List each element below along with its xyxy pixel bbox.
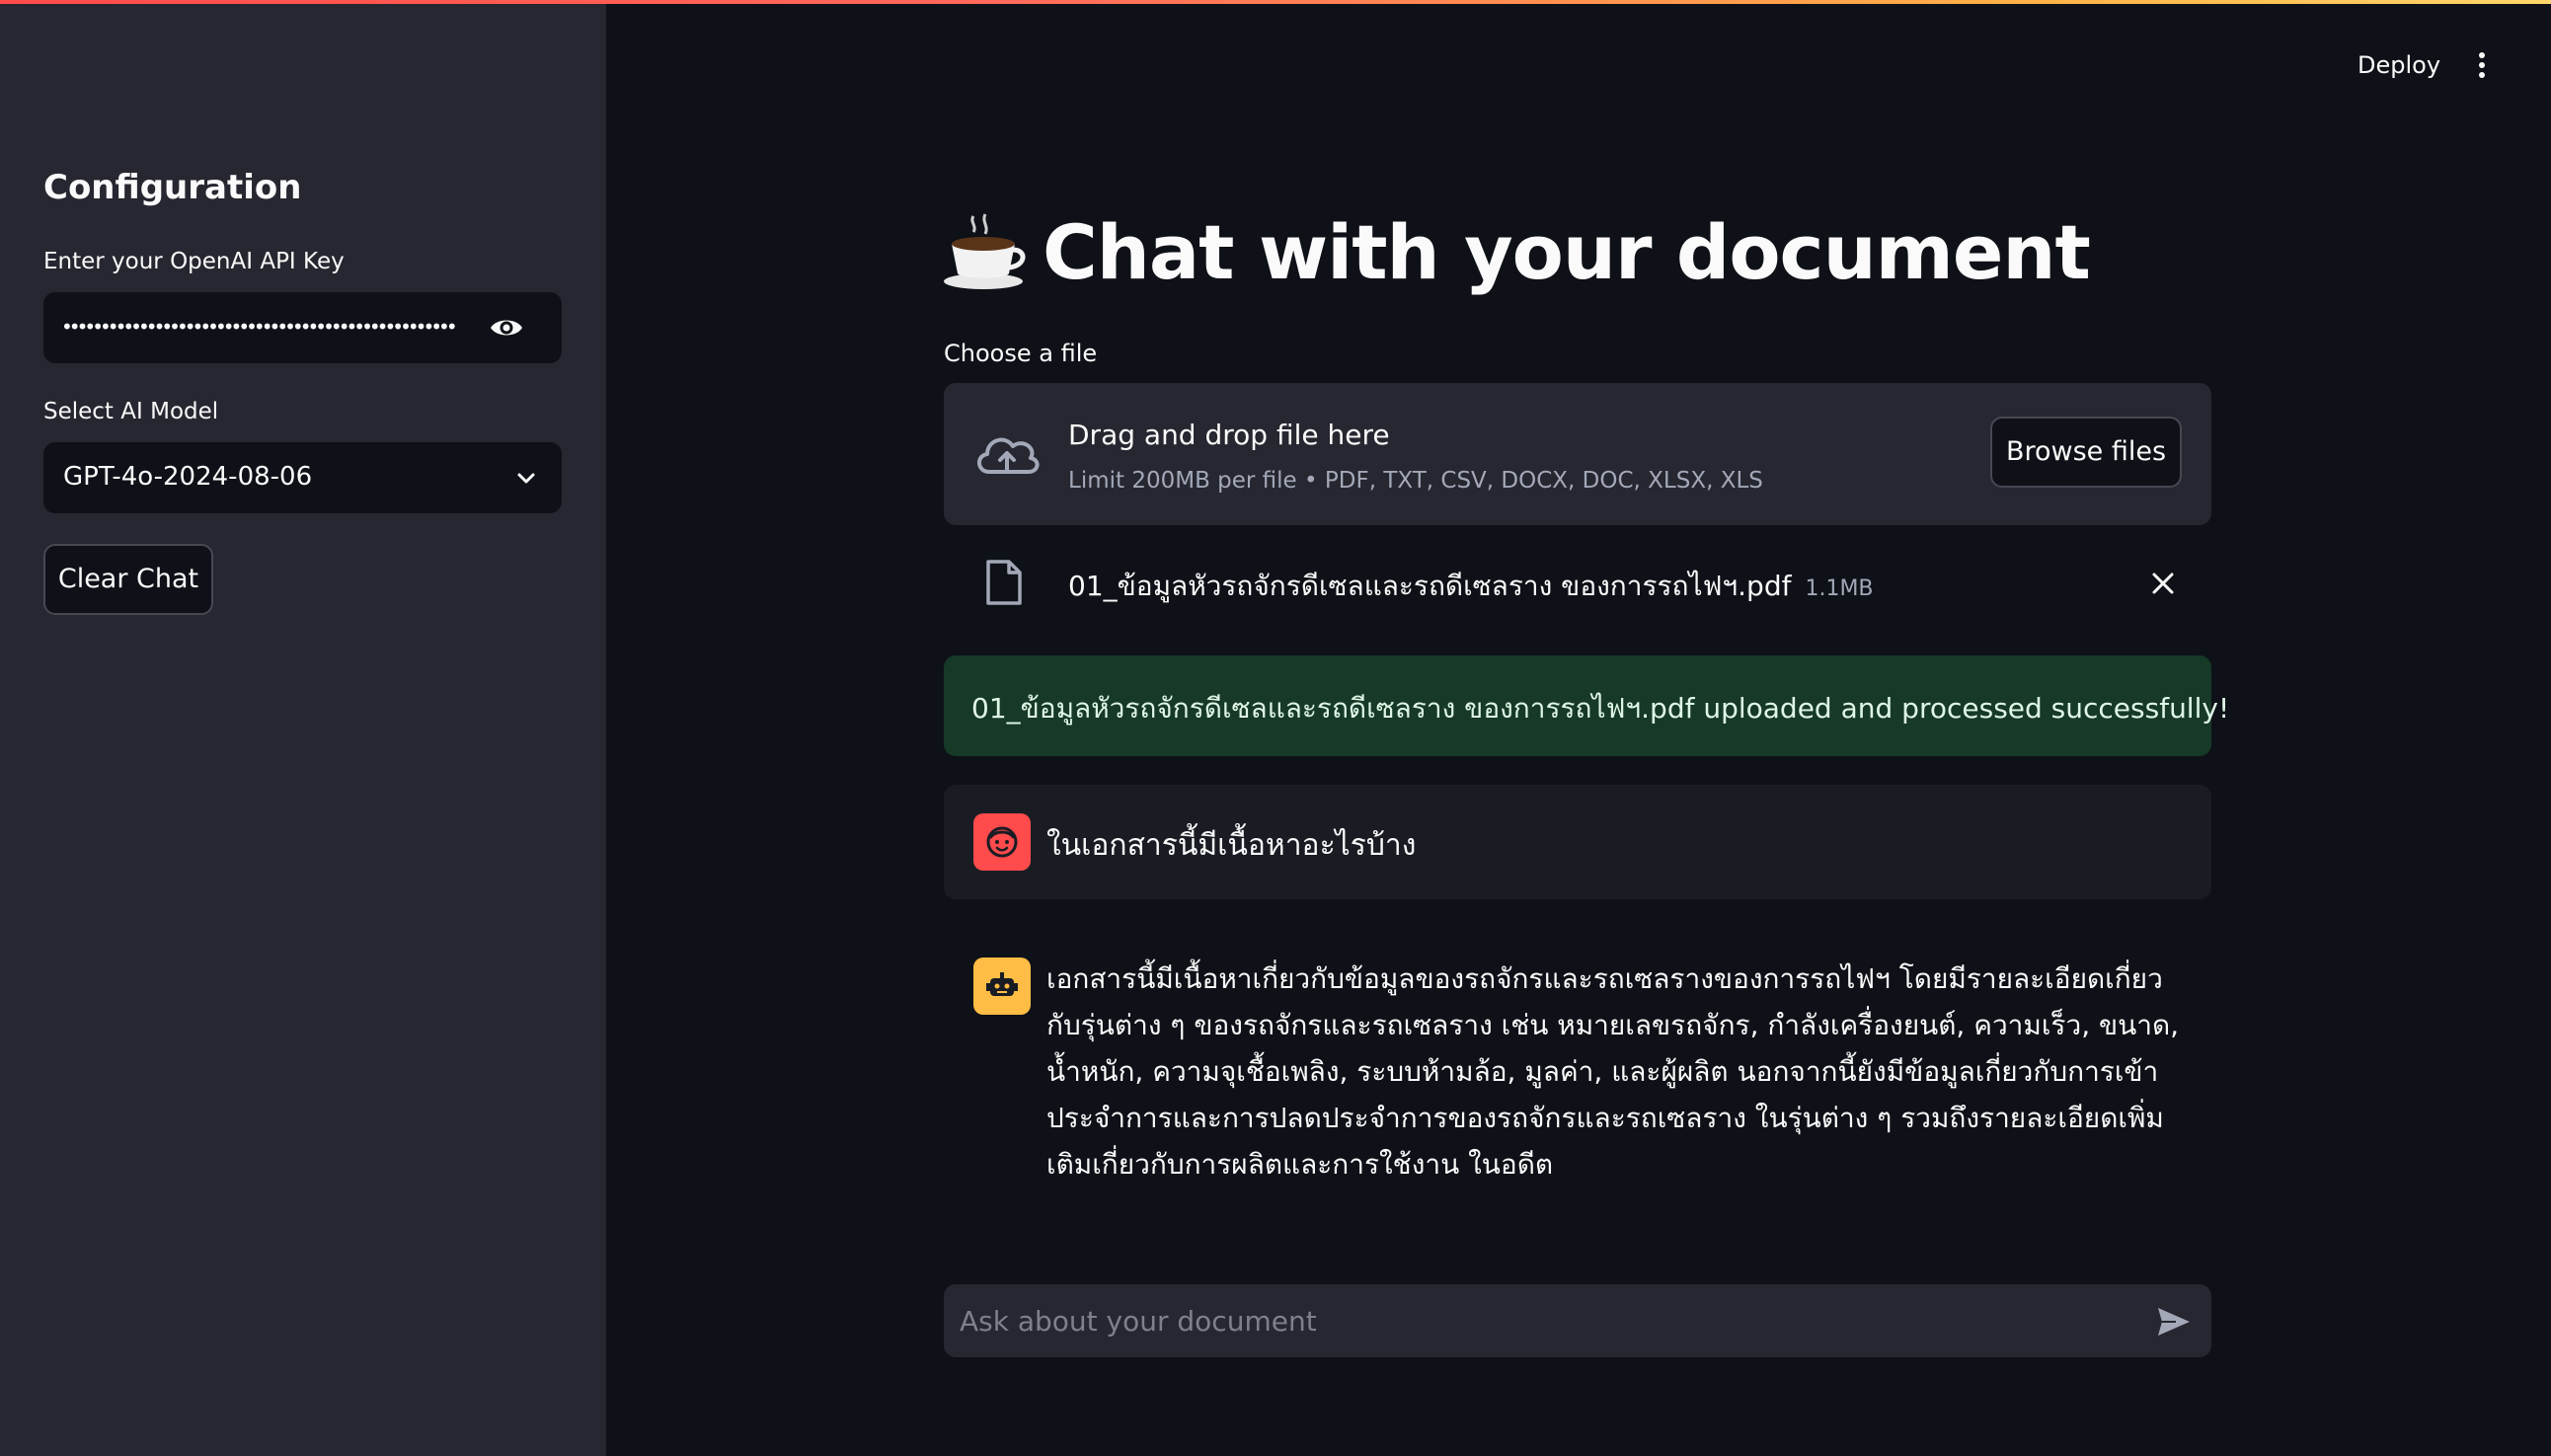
uploaded-file-name: 01_ข้อมูลหัวรถจักรดีเซลและรถดีเซลราง ของ…: [1068, 570, 1792, 602]
uploaded-file-size: 1.1MB: [1805, 576, 1874, 601]
dropzone-title: Drag and drop file here: [1068, 419, 1390, 451]
model-select-label: Select AI Model: [43, 399, 219, 424]
user-message-text: ในเอกสารนี้มีเนื้อหาอะไรบ้าง: [1046, 828, 1417, 863]
main-content: Chat with your document Choose a file Dr…: [944, 0, 2229, 1456]
chat-message-user: ในเอกสารนี้มีเนื้อหาอะไรบ้าง: [944, 785, 2211, 899]
chat-input-container: [944, 1284, 2211, 1357]
browse-files-button[interactable]: Browse files: [1990, 417, 2182, 488]
top-decoration-stripe: [0, 0, 2551, 4]
chat-message-assistant: เอกสารนี้มีเนื้อหาเกี่ยวกับข้อมูลของรถจั…: [944, 928, 2211, 1185]
kebab-menu-icon[interactable]: [2472, 49, 2492, 81]
file-icon: [986, 560, 1022, 605]
coffee-icon: [944, 213, 1026, 289]
dropzone-limit-text: Limit 200MB per file • PDF, TXT, CSV, DO…: [1068, 468, 1763, 494]
assistant-message-text: เอกสารนี้มีเนื้อหาเกี่ยวกับข้อมูลของรถจั…: [1046, 962, 2180, 1181]
chevron-down-icon[interactable]: [514, 466, 538, 490]
uploaded-file-row: 01_ข้อมูลหัวรถจักรดีเซลและรถดีเซลราง ของ…: [944, 553, 2211, 612]
api-key-field[interactable]: ••••••••••••••••••••••••••••••••••••••••…: [43, 292, 562, 363]
uploaded-file-info: 01_ข้อมูลหัวรถจักรดีเซลและรถดีเซลราง ของ…: [1068, 565, 1874, 608]
success-alert: 01_ข้อมูลหัวรถจักรดีเซลและรถดีเซลราง ของ…: [944, 655, 2229, 756]
send-icon[interactable]: [2156, 1306, 2192, 1338]
user-avatar: [973, 813, 1031, 871]
sidebar-heading: Configuration: [43, 168, 302, 207]
model-select-value[interactable]: GPT-4o-2024-08-06: [63, 462, 312, 492]
sidebar: Configuration Enter your OpenAI API Key …: [0, 0, 606, 1456]
robot-icon: [986, 972, 1018, 996]
chat-input[interactable]: [944, 1284, 2128, 1357]
user-face-icon: [986, 826, 1018, 858]
assistant-avatar: [973, 958, 1031, 1015]
model-select[interactable]: GPT-4o-2024-08-06: [43, 442, 562, 513]
success-alert-text: 01_ข้อมูลหัวรถจักรดีเซลและรถดีเซลราง ของ…: [971, 692, 2230, 725]
eye-icon[interactable]: [489, 314, 524, 342]
api-key-masked-value[interactable]: ••••••••••••••••••••••••••••••••••••••••…: [61, 312, 456, 342]
page-title: Chat with your document: [1043, 207, 2091, 296]
cloud-upload-icon: [977, 437, 1040, 474]
api-key-label: Enter your OpenAI API Key: [43, 249, 345, 274]
close-icon[interactable]: [2150, 571, 2176, 596]
clear-chat-button[interactable]: Clear Chat: [43, 544, 213, 615]
file-dropzone[interactable]: Drag and drop file here Limit 200MB per …: [944, 383, 2211, 525]
deploy-button[interactable]: Deploy: [2358, 51, 2440, 79]
uploader-label: Choose a file: [944, 340, 1098, 367]
title-row: Chat with your document: [944, 197, 2091, 306]
